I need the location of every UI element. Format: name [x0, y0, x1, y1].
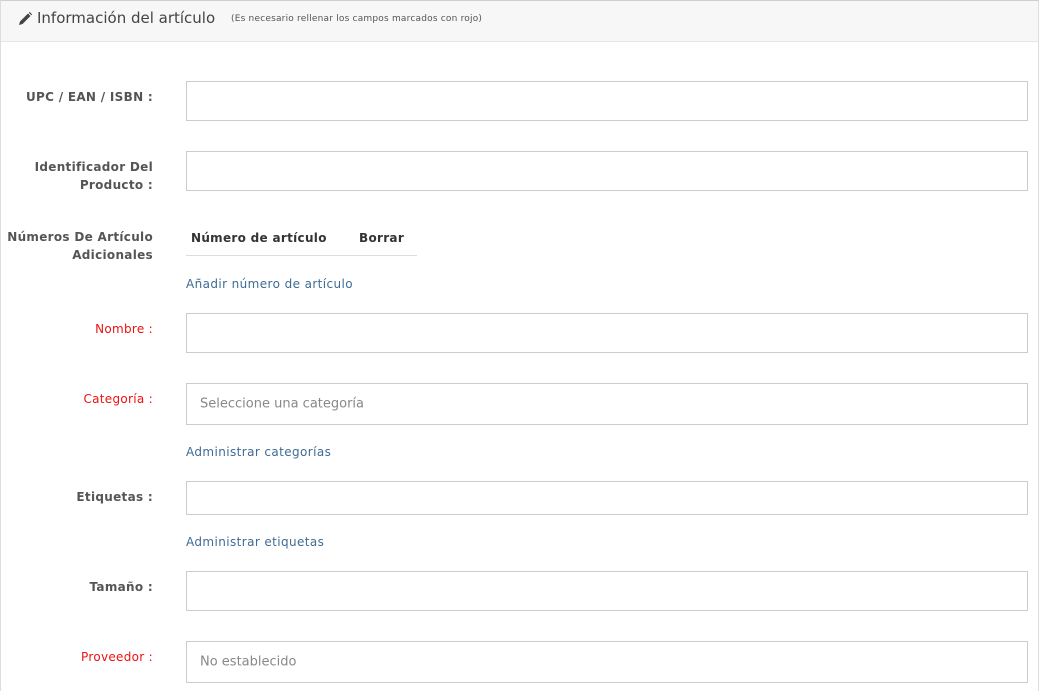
additional-numbers-label-line2: Adicionales: [72, 248, 153, 262]
manage-tags-link[interactable]: Administrar etiquetas: [186, 535, 324, 549]
product-id-input[interactable]: [186, 151, 1028, 191]
tags-input[interactable]: [186, 481, 1028, 515]
category-select[interactable]: Seleccione una categoría: [186, 383, 1028, 425]
panel-title: Información del artículo: [37, 9, 216, 27]
size-label: Tamaño :: [89, 580, 153, 594]
upc-input[interactable]: [186, 81, 1028, 121]
additional-numbers-label: Números De Artículo Adicionales: [3, 228, 153, 264]
product-id-label-line2: Producto :: [79, 178, 153, 192]
tags-label: Etiquetas :: [76, 490, 153, 504]
supplier-select[interactable]: No establecido: [186, 641, 1028, 683]
supplier-selected-value: No establecido: [200, 654, 297, 670]
category-placeholder: Seleccione una categoría: [200, 396, 365, 412]
size-input[interactable]: [186, 571, 1028, 611]
product-id-label-line1: Identificador Del: [34, 160, 153, 174]
delete-column-header: Borrar: [359, 231, 405, 245]
supplier-label: Proveedor :: [81, 650, 153, 664]
manage-categories-link[interactable]: Administrar categorías: [186, 445, 331, 459]
item-information-panel: Información del artículo (Es necesario r…: [0, 0, 1039, 691]
product-id-label: Identificador Del Producto :: [3, 158, 153, 194]
name-input[interactable]: [186, 313, 1028, 353]
upc-label: UPC / EAN / ISBN :: [25, 90, 153, 104]
category-label: Categoría :: [83, 392, 153, 406]
required-note: (Es necesario rellenar los campos marcad…: [231, 14, 483, 24]
panel-heading: Información del artículo (Es necesario r…: [1, 1, 1038, 42]
add-item-number-link[interactable]: Añadir número de artículo: [186, 277, 353, 291]
item-number-column-header: Número de artículo: [191, 231, 327, 245]
name-label: Nombre :: [95, 322, 153, 336]
table-divider: [186, 255, 417, 256]
pencil-icon: [17, 11, 33, 27]
additional-numbers-label-line1: Números De Artículo: [7, 230, 153, 244]
